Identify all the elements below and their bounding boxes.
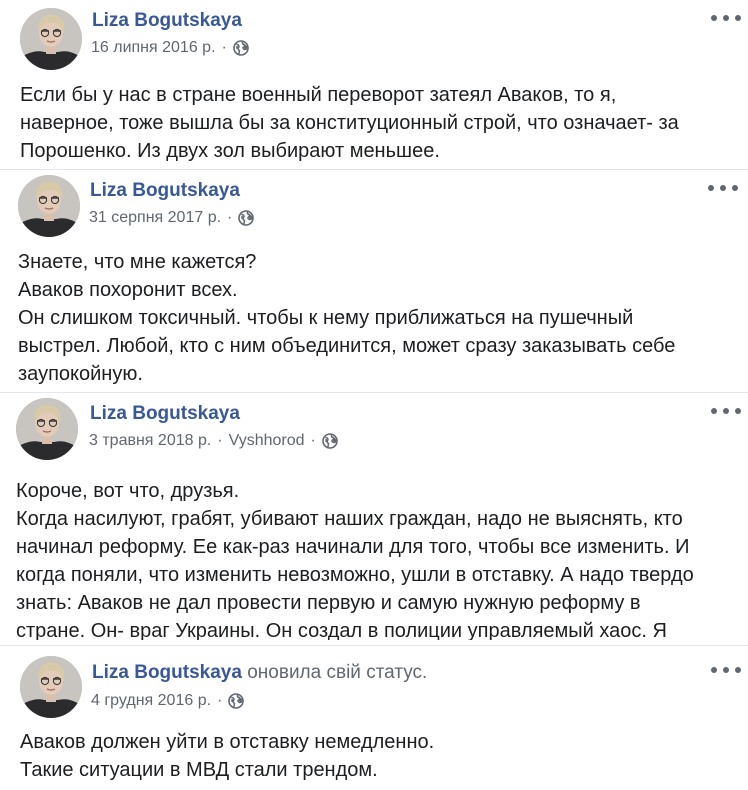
post-header: Liza Bogutskaya [92,10,242,32]
post-date[interactable]: 16 липня 2016 р. [91,39,216,57]
meta-separator: · [310,432,316,449]
post-date[interactable]: 3 травня 2018 р. [89,432,211,450]
more-dot [720,185,726,191]
avatar-image [18,175,80,237]
meta-separator: · [217,432,223,449]
status-action: оновила свій статус. [247,662,428,683]
more-dot [711,408,717,414]
more-options-button[interactable] [711,12,741,24]
avatar[interactable] [18,175,80,237]
post-header: Liza Bogutskaya [90,403,240,425]
more-dot [723,408,729,414]
globe-icon[interactable] [322,433,338,449]
more-dot [711,667,717,673]
more-dot [735,667,741,673]
post-text: Если бы у нас в стране военный переворот… [20,84,679,162]
post-meta: 3 травня 2018 р. · Vyshhorod · [89,432,338,450]
more-options-button[interactable] [711,405,741,417]
more-dot [732,185,738,191]
author-name[interactable]: Liza Bogutskaya [90,180,240,201]
more-dot [735,408,741,414]
post-text: Короче, вот что, друзья. Когда насилуют,… [16,480,694,640]
post-meta: 31 серпня 2017 р. · [89,209,254,227]
more-dot [723,15,729,21]
avatar-image [16,398,78,460]
avatar-image [20,8,82,70]
avatar-image [20,656,82,718]
globe-icon[interactable] [233,40,249,56]
post-1: Liza Bogutskaya 16 липня 2016 р. · Если … [0,0,748,170]
post-3: Liza Bogutskaya 3 травня 2018 р. · Vyshh… [0,393,748,640]
post-location[interactable]: Vyshhorod [229,432,305,450]
post-meta: 16 липня 2016 р. · [91,39,249,57]
post-date[interactable]: 31 серпня 2017 р. [89,209,221,227]
avatar[interactable] [20,8,82,70]
post-4: Liza Bogutskaya оновила свій статус. 4 г… [0,650,748,790]
author-name[interactable]: Liza Bogutskaya [92,10,242,31]
post-header: Liza Bogutskaya оновила свій статус. [92,662,427,684]
post-meta: 4 грудня 2016 р. · [91,692,244,710]
post-text: Аваков должен уйти в отставку немедленно… [20,731,435,781]
meta-separator: · [221,39,227,56]
post-text: Знаете, что мне кажется? Аваков похорони… [18,251,676,385]
meta-separator: · [217,692,223,709]
more-options-button[interactable] [711,664,741,676]
more-dot [723,667,729,673]
post-2: Liza Bogutskaya 31 серпня 2017 р. · Знае… [0,170,748,393]
author-name[interactable]: Liza Bogutskaya [92,662,242,683]
author-name[interactable]: Liza Bogutskaya [90,403,240,424]
divider [0,645,748,646]
globe-icon[interactable] [228,693,244,709]
more-dot [735,15,741,21]
avatar[interactable] [20,656,82,718]
more-options-button[interactable] [708,182,738,194]
more-dot [711,15,717,21]
post-header: Liza Bogutskaya [90,180,240,202]
meta-separator: · [227,209,233,226]
avatar[interactable] [16,398,78,460]
post-date[interactable]: 4 грудня 2016 р. [91,692,211,710]
more-dot [708,185,714,191]
globe-icon[interactable] [238,210,254,226]
